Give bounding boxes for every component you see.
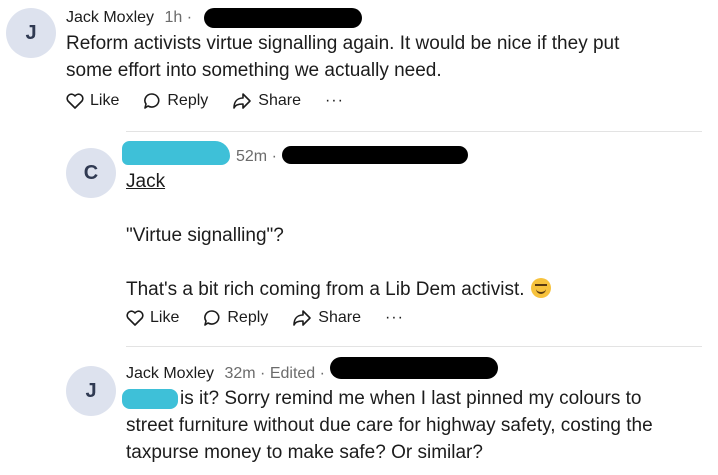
- comment-meta: Jack Moxley 1h ·: [66, 9, 192, 27]
- redaction-mark: [122, 141, 230, 165]
- comment-body: Jack "Virtue signalling"? That's a bit r…: [126, 168, 686, 303]
- like-button[interactable]: Like: [66, 92, 119, 110]
- like-button[interactable]: Like: [126, 309, 179, 327]
- reply-label: Reply: [167, 92, 209, 109]
- share-button[interactable]: Share: [232, 92, 301, 110]
- comment-text-line: street furniture without due care for hi…: [126, 415, 653, 436]
- timestamp[interactable]: 32m · Edited ·: [224, 365, 324, 382]
- comment-meta: 52m ·: [236, 148, 277, 166]
- reply-button[interactable]: Reply: [203, 309, 268, 327]
- timestamp[interactable]: 52m ·: [236, 148, 277, 165]
- more-options-icon[interactable]: ···: [385, 309, 404, 327]
- like-label: Like: [150, 309, 180, 326]
- comment-text-line: "Virtue signalling"?: [126, 225, 284, 246]
- share-arrow-icon: [233, 93, 252, 109]
- speech-bubble-icon: [204, 310, 220, 326]
- redaction-mark: [204, 8, 362, 28]
- share-arrow-icon: [293, 310, 312, 326]
- share-button[interactable]: Share: [292, 309, 361, 327]
- comment-body: Reform activists virtue signalling again…: [66, 30, 706, 84]
- reply-label: Reply: [227, 309, 269, 326]
- comment-actions: Like Reply Share ···: [66, 92, 344, 110]
- comment-text-line: Reform activists virtue signalling again…: [66, 33, 620, 54]
- share-label: Share: [258, 92, 301, 109]
- more-options-icon[interactable]: ···: [325, 92, 344, 110]
- timestamp[interactable]: 1h ·: [164, 9, 192, 26]
- comment-meta: Jack Moxley 32m · Edited ·: [126, 365, 325, 383]
- mention-link[interactable]: Jack: [126, 168, 686, 195]
- comment-text-line: is it? Sorry remind me when I last pinne…: [180, 388, 642, 409]
- redaction-mark: [330, 357, 498, 379]
- comment-body: is it? Sorry remind me when I last pinne…: [126, 385, 706, 466]
- avatar[interactable]: C: [66, 148, 116, 198]
- heart-icon: [126, 310, 144, 326]
- smiling-face-emoji-icon: [530, 278, 551, 298]
- avatar[interactable]: J: [6, 8, 56, 58]
- heart-icon: [66, 93, 84, 109]
- divider: [126, 346, 702, 347]
- speech-bubble-icon: [144, 93, 160, 109]
- reply-button[interactable]: Reply: [143, 92, 208, 110]
- like-label: Like: [90, 92, 120, 109]
- author-name[interactable]: Jack Moxley: [66, 9, 154, 26]
- divider: [126, 131, 702, 132]
- redaction-mark: [282, 146, 468, 164]
- share-label: Share: [318, 309, 361, 326]
- avatar[interactable]: J: [66, 366, 116, 416]
- comment-text-line: taxpurse money to make safe? Or similar?: [126, 442, 483, 463]
- author-name[interactable]: Jack Moxley: [126, 365, 214, 382]
- comment-actions: Like Reply Share ···: [126, 309, 404, 327]
- comment-text-line: That's a bit rich coming from a Lib Dem …: [126, 276, 686, 303]
- comment-text-line: some effort into something we actually n…: [66, 60, 442, 81]
